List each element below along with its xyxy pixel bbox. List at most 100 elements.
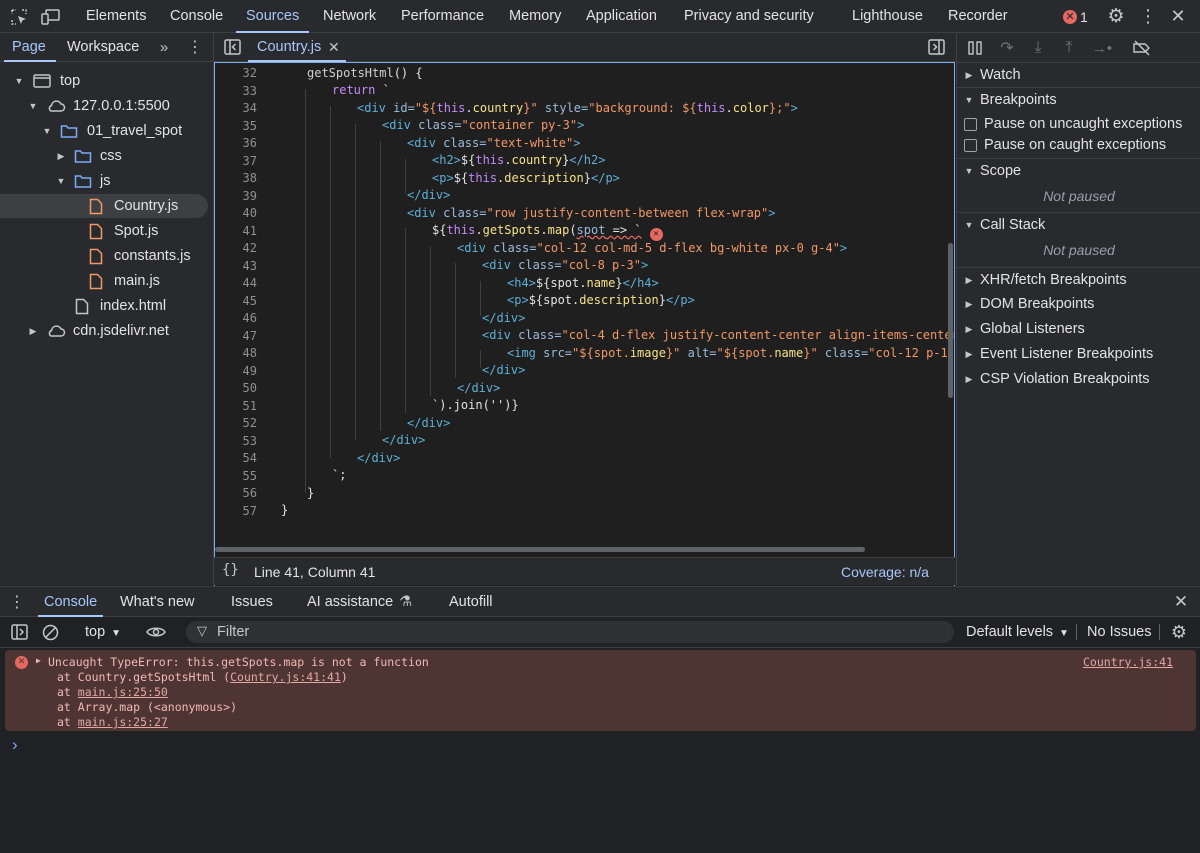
console-error-message[interactable]: ✕ ▶ Uncaught TypeError: this.getSpots.ma… xyxy=(5,650,1196,731)
tree-item-file-country[interactable]: Country.js xyxy=(0,194,208,218)
pause-caught-checkbox[interactable] xyxy=(964,139,977,152)
navigator-tab-page[interactable]: Page xyxy=(12,33,46,62)
more-options-icon[interactable]: ⋮ xyxy=(1138,5,1158,27)
close-drawer-icon[interactable]: ✕ xyxy=(1170,591,1192,613)
section-dom-breakpoints[interactable]: ▶ DOM Breakpoints xyxy=(957,292,1200,317)
tab-network[interactable]: Network xyxy=(323,0,376,33)
console-settings-gear-icon[interactable]: ⚙ xyxy=(1168,621,1190,643)
section-scope[interactable]: ▼ Scope xyxy=(957,158,1200,183)
tree-item-host[interactable]: ▼ 127.0.0.1:5500 xyxy=(0,94,208,118)
drawer-tab-ai-assistance[interactable]: AI assistance ⚗ xyxy=(307,587,412,617)
line-number[interactable]: 49 xyxy=(215,364,257,378)
vertical-scrollbar[interactable] xyxy=(948,243,953,398)
drawer-tab-autofill[interactable]: Autofill xyxy=(449,587,493,617)
line-number[interactable]: 41 xyxy=(215,224,257,238)
line-number[interactable]: 52 xyxy=(215,416,257,430)
error-counter[interactable]: ✕ 1 xyxy=(1063,8,1088,26)
step-over-icon[interactable]: ↷ xyxy=(996,37,1018,59)
log-levels-dropdown[interactable]: Default levels ▼ xyxy=(966,617,1069,649)
tab-sources[interactable]: Sources xyxy=(235,0,310,33)
line-number[interactable]: 37 xyxy=(215,154,257,168)
pause-resume-icon[interactable] xyxy=(964,37,986,59)
line-number[interactable]: 48 xyxy=(215,346,257,360)
coverage-status[interactable]: Coverage: n/a xyxy=(841,558,929,586)
console-filter-input[interactable]: ▽ Filter xyxy=(186,621,954,643)
close-tab-icon[interactable]: ✕ xyxy=(328,33,340,62)
tree-item-cdn[interactable]: ▶ cdn.jsdelivr.net xyxy=(0,319,208,343)
code-editor[interactable]: 32 33 34 35 36 37 38 39 40 41 42 43 44 45 46 47 48 49 50 51… xyxy=(214,62,955,587)
section-breakpoints[interactable]: ▼ Breakpoints xyxy=(957,87,1200,112)
inspect-element-icon[interactable] xyxy=(8,6,30,28)
line-number[interactable]: 36 xyxy=(215,136,257,150)
stack-link[interactable]: Country.js:41:41 xyxy=(230,670,341,684)
tree-item-file-main[interactable]: main.js xyxy=(0,269,208,293)
pause-uncaught-checkbox[interactable] xyxy=(964,118,977,131)
settings-gear-icon[interactable]: ⚙ xyxy=(1104,5,1128,27)
deactivate-breakpoints-icon[interactable] xyxy=(1130,37,1154,59)
step-out-icon[interactable]: ⤒ xyxy=(1058,37,1080,59)
pause-uncaught-row[interactable]: Pause on uncaught exceptions xyxy=(957,113,1200,135)
drawer-tab-console[interactable]: Console xyxy=(37,587,104,617)
tab-lighthouse[interactable]: Lighthouse xyxy=(852,0,923,33)
line-number[interactable]: 47 xyxy=(215,329,257,343)
navigator-tab-workspace[interactable]: Workspace xyxy=(67,33,139,62)
editor-tab-country-js[interactable]: Country.js ✕ xyxy=(248,33,348,62)
stack-link[interactable]: main.js:25:50 xyxy=(78,685,168,699)
line-number[interactable]: 55 xyxy=(215,469,257,483)
stack-link[interactable]: main.js:25:27 xyxy=(78,715,168,729)
clear-console-icon[interactable] xyxy=(40,622,60,642)
section-call-stack[interactable]: ▼ Call Stack xyxy=(957,212,1200,237)
tab-recorder[interactable]: Recorder xyxy=(948,0,1008,33)
tab-application[interactable]: Application xyxy=(586,0,657,33)
tab-performance[interactable]: Performance xyxy=(401,0,484,33)
live-expression-eye-icon[interactable] xyxy=(145,622,167,642)
section-event-listener-breakpoints[interactable]: ▶ Event Listener Breakpoints xyxy=(957,342,1200,367)
drawer-menu-icon[interactable]: ⋮ xyxy=(8,591,26,613)
context-selector[interactable]: top ▼ xyxy=(85,617,121,649)
line-number[interactable]: 53 xyxy=(215,434,257,448)
step-into-icon[interactable]: ⤓ xyxy=(1027,37,1049,59)
line-number[interactable]: 42 xyxy=(215,241,257,255)
line-number[interactable]: 56 xyxy=(215,486,257,500)
line-number[interactable]: 45 xyxy=(215,294,257,308)
line-number[interactable]: 35 xyxy=(215,119,257,133)
tab-privacy-security[interactable]: Privacy and security xyxy=(684,0,814,33)
line-number[interactable]: 32 xyxy=(215,66,257,80)
inline-error-icon[interactable]: ✕ xyxy=(649,228,663,241)
toggle-debugger-icon[interactable] xyxy=(926,37,946,57)
tab-console[interactable]: Console xyxy=(170,0,223,33)
horizontal-scrollbar[interactable] xyxy=(215,547,865,552)
toggle-navigator-icon[interactable] xyxy=(222,37,242,57)
section-watch[interactable]: ▶ Watch xyxy=(957,62,1200,87)
line-number[interactable]: 50 xyxy=(215,381,257,395)
line-number[interactable]: 40 xyxy=(215,206,257,220)
line-number[interactable]: 51 xyxy=(215,399,257,413)
issues-counter[interactable]: No Issues xyxy=(1087,617,1151,647)
tree-item-file-constants[interactable]: constants.js xyxy=(0,244,208,268)
tree-item-folder-css[interactable]: ▶ css xyxy=(0,144,208,168)
line-number[interactable]: 46 xyxy=(215,311,257,325)
tree-item-folder-js[interactable]: ▼ js xyxy=(0,169,208,193)
show-sidebar-icon[interactable] xyxy=(9,622,29,642)
close-devtools-icon[interactable]: ✕ xyxy=(1166,5,1190,27)
error-source-link[interactable]: Country.js:41 xyxy=(1083,655,1173,669)
line-number[interactable]: 33 xyxy=(215,84,257,98)
tree-item-folder-project[interactable]: ▼ 01_travel_spot xyxy=(0,119,208,143)
navigator-menu-icon[interactable]: ⋮ xyxy=(186,37,204,57)
line-number[interactable]: 38 xyxy=(215,171,257,185)
line-number[interactable]: 43 xyxy=(215,259,257,273)
section-csp-breakpoints[interactable]: ▶ CSP Violation Breakpoints xyxy=(957,367,1200,392)
tree-item-file-spot[interactable]: Spot.js xyxy=(0,219,208,243)
line-number[interactable]: 34 xyxy=(215,101,257,115)
tree-item-top[interactable]: ▼ top xyxy=(0,69,208,93)
console-prompt[interactable]: › xyxy=(12,735,18,755)
section-global-listeners[interactable]: ▶ Global Listeners xyxy=(957,317,1200,342)
step-icon[interactable]: →• xyxy=(1090,37,1114,59)
tab-elements[interactable]: Elements xyxy=(86,0,146,33)
tab-memory[interactable]: Memory xyxy=(509,0,561,33)
expand-triangle-icon[interactable]: ▶ xyxy=(36,656,41,665)
line-number[interactable]: 57 xyxy=(215,504,257,518)
drawer-tab-issues[interactable]: Issues xyxy=(231,587,273,617)
line-number[interactable]: 39 xyxy=(215,189,257,203)
pause-caught-row[interactable]: Pause on caught exceptions xyxy=(957,134,1200,156)
